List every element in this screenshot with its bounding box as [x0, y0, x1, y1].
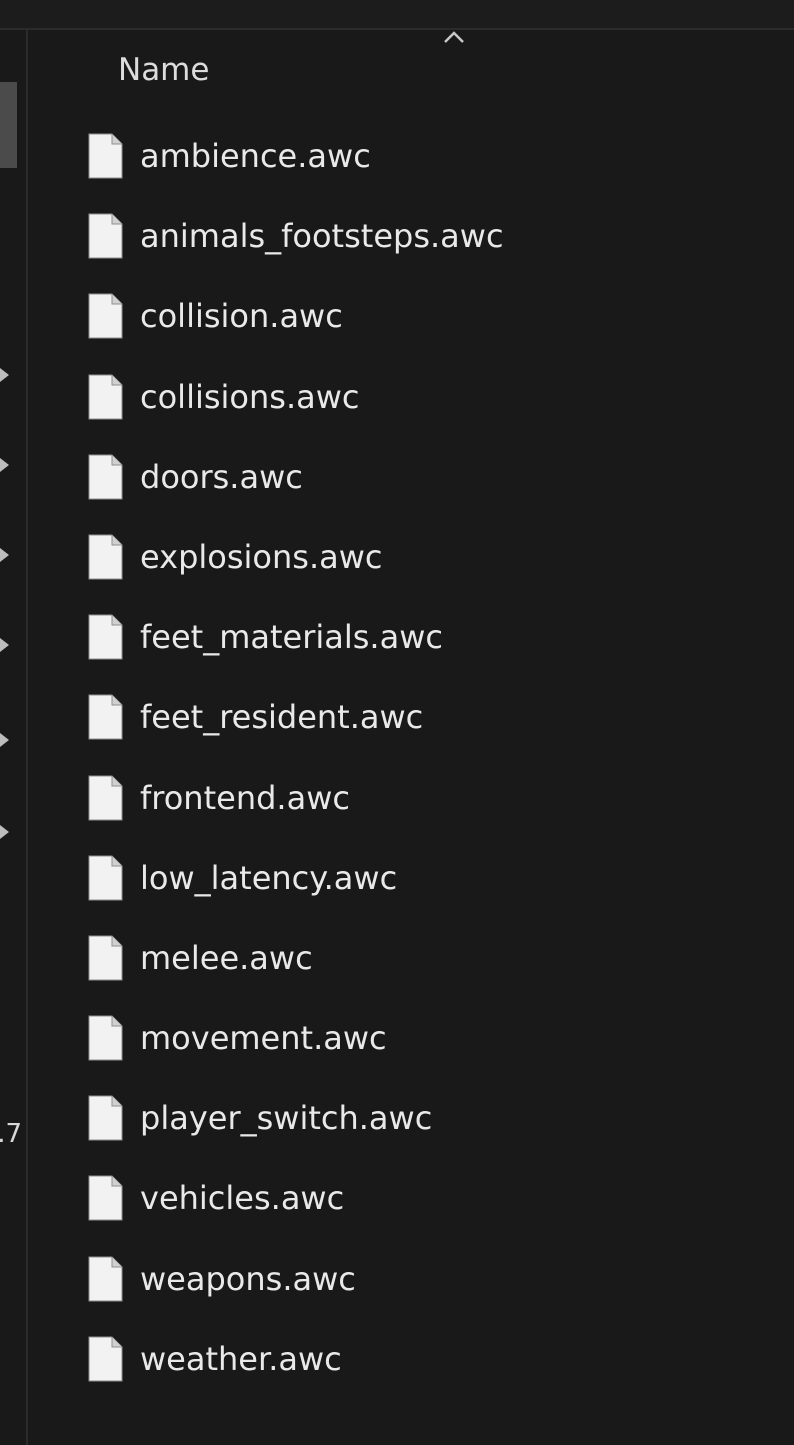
navigation-pane[interactable]: 7. — [0, 30, 26, 1445]
file-row[interactable]: collisions.awc — [28, 359, 794, 439]
file-name-label: movement.awc — [140, 1019, 387, 1058]
file-icon — [88, 374, 123, 420]
column-header-label: Name — [118, 52, 210, 88]
nav-scrollbar-thumb[interactable] — [0, 82, 17, 168]
file-icon — [88, 775, 123, 821]
file-icon — [88, 1095, 123, 1141]
file-row[interactable]: feet_resident.awc — [28, 679, 794, 759]
nav-expand-chevron-icon[interactable] — [0, 825, 9, 839]
file-name-label: frontend.awc — [140, 778, 350, 817]
file-icon — [88, 1256, 123, 1302]
file-icon — [88, 935, 123, 981]
nav-item-label-truncated[interactable]: 7. — [0, 1118, 22, 1150]
file-row[interactable]: melee.awc — [28, 920, 794, 1000]
file-icon — [88, 1015, 123, 1061]
file-icon — [88, 614, 123, 660]
file-name-label: collision.awc — [140, 297, 343, 336]
file-icon — [88, 133, 123, 179]
file-name-label: feet_resident.awc — [140, 698, 424, 737]
file-row[interactable]: feet_materials.awc — [28, 599, 794, 679]
file-icon — [88, 855, 123, 901]
file-row[interactable]: ambience.awc — [28, 118, 794, 198]
file-icon — [88, 454, 123, 500]
file-name-label: weather.awc — [140, 1339, 342, 1378]
file-name-label: explosions.awc — [140, 537, 383, 576]
file-row[interactable]: explosions.awc — [28, 519, 794, 599]
file-list: ambience.awc animals_footsteps.awccollisi… — [28, 118, 794, 1401]
file-row[interactable]: low_latency.awc — [28, 840, 794, 920]
file-icon — [88, 1336, 123, 1382]
file-row[interactable]: player_switch.awc — [28, 1080, 794, 1160]
file-row[interactable]: animals_footsteps.awc — [28, 198, 794, 278]
file-icon — [88, 534, 123, 580]
file-name-label: player_switch.awc — [140, 1099, 433, 1138]
file-name-label: ambience.awc — [140, 137, 371, 175]
file-icon — [88, 694, 123, 740]
file-icon — [88, 293, 123, 339]
nav-expand-chevron-icon[interactable] — [0, 548, 9, 562]
file-name-label: melee.awc — [140, 938, 313, 977]
file-row[interactable]: weather.awc — [28, 1321, 794, 1401]
nav-expand-chevron-icon[interactable] — [0, 733, 9, 747]
file-name-label: vehicles.awc — [140, 1179, 345, 1218]
file-row[interactable]: vehicles.awc — [28, 1160, 794, 1240]
file-row[interactable]: collision.awc — [28, 278, 794, 358]
nav-expand-chevron-icon[interactable] — [0, 458, 9, 472]
column-header-name[interactable]: Name — [28, 30, 794, 108]
file-name-label: collisions.awc — [140, 377, 360, 416]
file-icon — [88, 1175, 123, 1221]
file-row[interactable]: frontend.awc — [28, 760, 794, 840]
file-explorer-window: 7. Name ambience.awc animals_footsteps.aw… — [0, 0, 794, 1445]
file-name-label: weapons.awc — [140, 1259, 356, 1298]
nav-expand-chevron-icon[interactable] — [0, 638, 9, 652]
file-row[interactable]: weapons.awc — [28, 1241, 794, 1321]
file-icon — [88, 213, 123, 259]
file-name-label: low_latency.awc — [140, 858, 398, 897]
toolbar-strip — [0, 0, 794, 28]
file-row[interactable]: doors.awc — [28, 439, 794, 519]
file-name-label: feet_materials.awc — [140, 618, 443, 657]
nav-expand-chevron-icon[interactable] — [0, 368, 9, 382]
file-name-label: animals_footsteps.awc — [140, 217, 504, 256]
file-name-label: doors.awc — [140, 457, 303, 496]
file-row[interactable]: movement.awc — [28, 1000, 794, 1080]
